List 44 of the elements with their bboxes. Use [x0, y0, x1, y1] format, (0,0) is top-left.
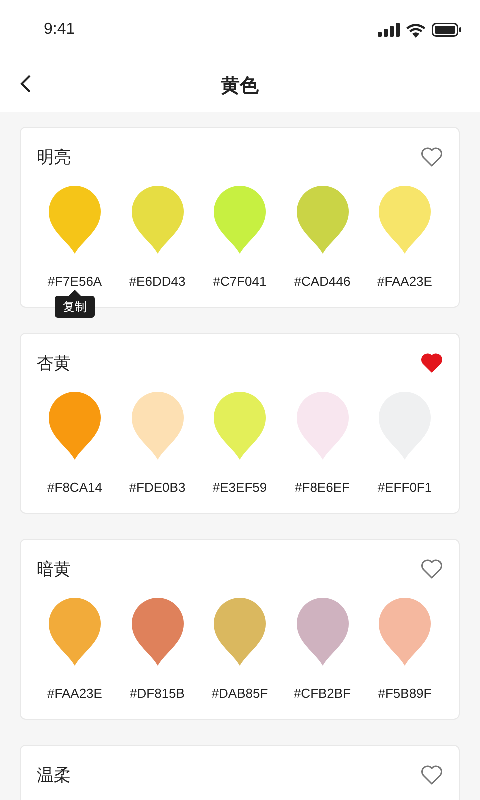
wifi-icon	[406, 22, 426, 38]
back-icon[interactable]	[20, 74, 32, 94]
hex-code[interactable]: #DAB85F	[212, 686, 268, 701]
color-pin[interactable]	[379, 186, 431, 254]
color-pin[interactable]	[214, 392, 266, 460]
color-pin[interactable]	[132, 598, 184, 666]
color-pin[interactable]	[379, 598, 431, 666]
color-pin[interactable]	[132, 392, 184, 460]
page-title: 黄色	[221, 75, 259, 99]
heart-icon[interactable]	[421, 765, 443, 785]
color-pin[interactable]	[296, 186, 348, 254]
group-title: 杏黄	[37, 352, 71, 374]
tooltip-arrow-icon	[69, 290, 81, 296]
hex-code[interactable]: #F8CA14	[48, 480, 102, 495]
hex-code[interactable]: #F5B89F	[378, 686, 432, 701]
hex-code[interactable]: #FDE0B3	[129, 480, 186, 495]
battery-icon	[432, 23, 462, 37]
color-pin[interactable]	[214, 186, 266, 254]
hex-code[interactable]: #F7E56A	[48, 274, 102, 289]
signal-icon	[378, 23, 400, 37]
group-title: 暗黄	[37, 558, 71, 580]
hex-code[interactable]: #E6DD43	[129, 274, 186, 289]
hex-code[interactable]: #E3EF59	[212, 480, 268, 495]
color-pin[interactable]	[49, 598, 101, 666]
heart-icon[interactable]	[421, 559, 443, 579]
heart-icon[interactable]	[421, 147, 443, 167]
hex-code[interactable]: #EFF0F1	[378, 480, 432, 495]
hex-code[interactable]: #CFB2BF	[294, 686, 352, 701]
color-pin[interactable]	[49, 392, 101, 460]
heart-icon[interactable]	[421, 353, 443, 373]
hex-code[interactable]: #C7F041	[213, 274, 267, 289]
color-pin[interactable]	[296, 392, 348, 460]
hex-code[interactable]: #FAA23E	[48, 686, 102, 701]
group-title: 温柔	[37, 764, 71, 786]
hex-code[interactable]: #FAA23E	[378, 274, 432, 289]
group-title: 明亮	[37, 146, 71, 168]
hex-code[interactable]: #DF815B	[130, 686, 185, 701]
hex-code[interactable]: #CAD446	[294, 274, 351, 289]
color-pin[interactable]	[49, 186, 101, 254]
hex-code[interactable]: #F8E6EF	[295, 480, 350, 495]
color-pin[interactable]	[214, 598, 266, 666]
color-pin[interactable]	[296, 598, 348, 666]
status-time: 9:41	[44, 21, 76, 39]
color-pin[interactable]	[132, 186, 184, 254]
